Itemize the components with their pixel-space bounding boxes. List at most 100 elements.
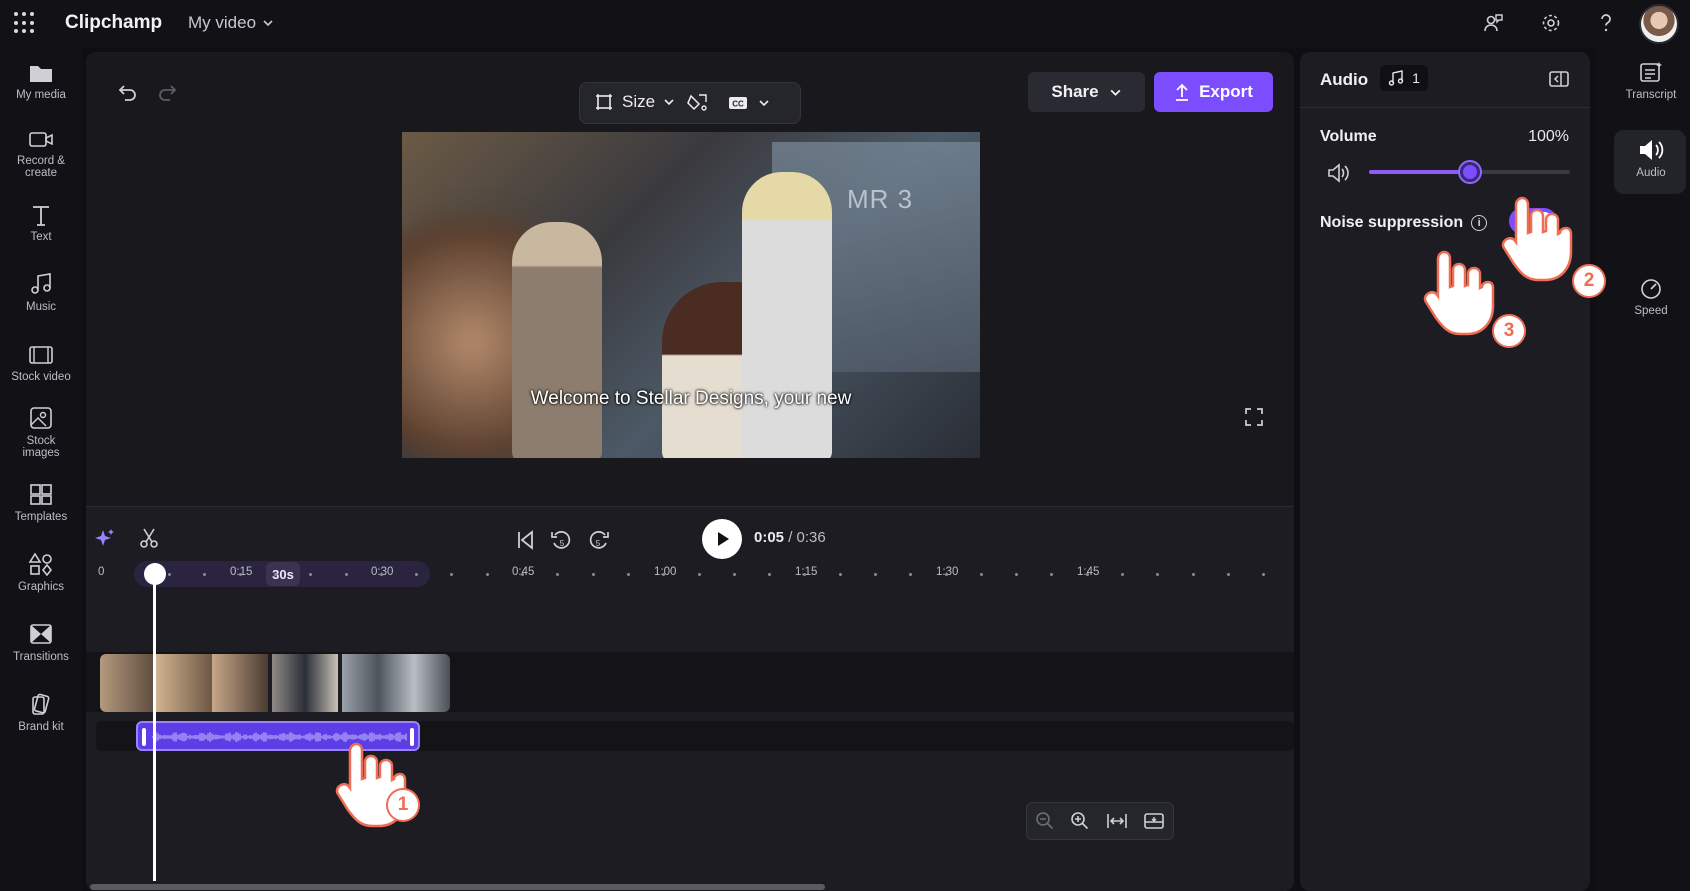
app-title: Clipchamp: [65, 12, 163, 33]
ruler-tick: [1086, 573, 1089, 576]
info-icon[interactable]: i: [1471, 215, 1488, 231]
play-button[interactable]: [702, 519, 742, 559]
nav-music[interactable]: Music: [0, 272, 82, 313]
step-badge-2: 2: [1572, 264, 1606, 298]
ruler-tick: [345, 573, 348, 576]
zoom-out-icon[interactable]: [1035, 811, 1055, 831]
undo-icon[interactable]: [113, 80, 139, 106]
app-launcher-icon[interactable]: [14, 12, 36, 34]
svg-text:CC: CC: [732, 100, 744, 109]
timeline-horizontal-scrollbar[interactable]: [90, 884, 825, 890]
help-icon[interactable]: [1593, 10, 1619, 36]
nav-stock-video[interactable]: Stock video: [0, 344, 82, 383]
volume-value: 100%: [1528, 128, 1569, 145]
fullscreen-icon[interactable]: [1244, 407, 1264, 427]
ruler-tick: [521, 573, 524, 576]
ruler-tick: [945, 573, 948, 576]
export-button[interactable]: Export: [1154, 72, 1273, 112]
background-fill-icon[interactable]: [686, 92, 710, 114]
chevron-down-icon: [263, 20, 273, 27]
chevron-down-icon: [1110, 89, 1121, 96]
templates-icon: [30, 484, 52, 505]
top-bar: Clipchamp My video: [0, 0, 1706, 48]
ruler-tick: [839, 573, 842, 576]
audio-properties-panel: Audio 1 Volume 100% Noise suppression i: [1300, 52, 1590, 891]
ruler-tick: [274, 573, 277, 576]
ruler-label: 1:45: [1077, 566, 1100, 578]
fit-to-width-icon[interactable]: [1106, 811, 1128, 831]
ruler-tick: [239, 573, 242, 576]
music-icon: [31, 273, 51, 294]
ruler-tick: [1192, 573, 1195, 576]
collapse-panel-icon[interactable]: [1548, 68, 1570, 90]
timeline-zoom-tools: [1026, 802, 1174, 840]
shapes-icon: [28, 552, 53, 576]
forward-5-button[interactable]: 5: [586, 527, 612, 558]
redo-icon[interactable]: [156, 80, 182, 106]
user-avatar[interactable]: [1639, 4, 1679, 44]
size-button[interactable]: Size: [594, 92, 675, 112]
ruler-label: 0:30: [371, 566, 394, 578]
nav-my-media[interactable]: My media: [0, 62, 82, 101]
timeline-layout-icon[interactable]: [1143, 811, 1165, 831]
ruler-tick: [627, 573, 630, 576]
chevron-down-icon: [664, 99, 674, 106]
nav-brand-kit[interactable]: Brand kit: [0, 692, 82, 733]
magic-sparkle-icon[interactable]: [94, 527, 116, 549]
window-edge: [1690, 0, 1706, 891]
audio-track-badge: 1: [1380, 65, 1428, 91]
preview-area: Size CC Share Export MR 3 Welcome to Ste…: [86, 52, 1294, 506]
split-scissors-icon[interactable]: [138, 527, 160, 549]
trim-handle-left[interactable]: [142, 728, 146, 746]
ruler-label: 1:30: [936, 566, 959, 578]
settings-gear-icon[interactable]: [1538, 10, 1564, 36]
noise-suppression-label: Noise suppression: [1320, 214, 1464, 231]
ruler-tick: [168, 573, 171, 576]
ruler-tick: [662, 573, 665, 576]
time-ruler[interactable]: 0 0:15 30s 0:30 0:45 1:00 1:15 1:30 1:45: [86, 557, 1294, 589]
wall-sign: MR 3: [847, 184, 914, 214]
nav-stock-images[interactable]: Stock images: [0, 406, 82, 459]
skip-to-start-icon[interactable]: [514, 529, 536, 551]
ruler-label: 0: [98, 566, 105, 578]
transcript-icon: [1640, 62, 1662, 82]
svg-text:5: 5: [560, 539, 565, 548]
folder-icon: [30, 66, 52, 82]
zoom-level-badge: 30s: [266, 562, 300, 586]
total-duration: / 0:36: [788, 529, 826, 546]
nav-transitions[interactable]: Transitions: [0, 622, 82, 663]
ruler-label: 1:00: [654, 566, 677, 578]
transitions-icon: [30, 624, 52, 644]
left-sidebar: My media Record & create Text Music Stoc…: [0, 48, 82, 891]
volume-speaker-icon[interactable]: [1326, 162, 1350, 184]
rewind-5-button[interactable]: 5: [548, 527, 574, 558]
ruler-tick: [1050, 573, 1053, 576]
ruler-tick: [486, 573, 489, 576]
nav-graphics[interactable]: Graphics: [0, 552, 82, 593]
ruler-tick: [450, 573, 453, 576]
project-title-dropdown[interactable]: My video: [188, 13, 274, 33]
nav-templates[interactable]: Templates: [0, 482, 82, 523]
video-preview[interactable]: MR 3 Welcome to Stellar Designs, your ne…: [402, 132, 980, 458]
step-badge-3: 3: [1492, 314, 1526, 348]
nav-text[interactable]: Text: [0, 204, 82, 243]
share-button[interactable]: Share: [1028, 72, 1145, 112]
rewind-icon: 5: [551, 531, 571, 549]
captions-button[interactable]: CC: [728, 95, 770, 111]
aspect-ratio-icon: [596, 94, 612, 110]
zoom-in-icon[interactable]: [1070, 811, 1090, 831]
closed-captions-icon: CC: [729, 97, 747, 109]
step-badge-1: 1: [386, 788, 420, 822]
nav-record-create[interactable]: Record & create: [0, 128, 82, 179]
ruler-label: 1:15: [795, 566, 818, 578]
playhead[interactable]: [153, 573, 156, 881]
speaker-icon: [1640, 140, 1664, 160]
editor-stage: Size CC Share Export MR 3 Welcome to Ste…: [86, 52, 1294, 891]
volume-slider-thumb[interactable]: [1460, 162, 1480, 182]
feedback-icon[interactable]: [1480, 10, 1506, 36]
ruler-tick: [592, 573, 595, 576]
brand-kit-icon: [32, 693, 50, 715]
text-icon: [33, 206, 49, 226]
volume-label: Volume: [1320, 128, 1377, 145]
ruler-tick: [415, 573, 418, 576]
